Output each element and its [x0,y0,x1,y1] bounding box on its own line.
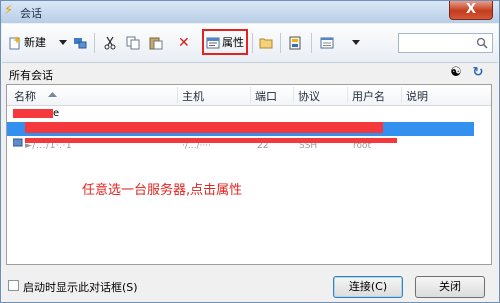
lightning-icon: ⚡ [4,3,14,18]
column-port[interactable]: 端口 [255,88,277,104]
column-divider [401,87,402,103]
column-username[interactable]: 用户名 [352,88,385,104]
redaction-bar [25,122,383,133]
toolbar: 新建 ✕ 属性 [2,24,498,63]
chevron-down-icon [352,40,360,45]
title-bar: ⚡ 会话 X [1,1,499,23]
column-divider [250,87,251,103]
search-icon [476,37,488,49]
column-protocol[interactable]: 协议 [298,88,320,104]
chevron-down-icon [59,40,67,45]
column-divider [347,87,348,103]
folder-icon [259,38,273,49]
column-description[interactable]: 说明 [406,88,428,104]
delete-button[interactable]: ✕ [178,34,190,52]
toolbar-separator [252,33,253,53]
column-divider [293,87,294,103]
toolbar-separator [311,33,312,53]
toolbar-separator [94,33,95,53]
session-list[interactable]: 名称 主机 端口 协议 用户名 说明 e ►/.../1·.·1 ·/.../·… [6,84,492,265]
properties-highlight-box [202,29,248,55]
new-button[interactable]: 新建 [8,34,46,52]
new-button-label: 新建 [24,36,46,49]
startup-checkbox[interactable] [8,280,19,291]
copy-button[interactable] [126,34,142,52]
column-name[interactable]: 名称 [14,88,36,104]
connect-tool-button[interactable] [73,34,89,52]
layout-icon [289,36,301,50]
new-session-icon [9,36,21,50]
view-icon [320,37,334,49]
layout-button[interactable] [288,34,304,52]
paste-button[interactable] [149,34,165,52]
sort-asc-icon [48,92,57,97]
redaction-bar [25,138,397,143]
connect-button[interactable]: 连接(C) [333,276,403,298]
window-title: 会话 [20,7,42,20]
paste-icon [149,37,163,50]
copy-icon [126,36,140,50]
view-dropdown-button[interactable] [352,34,360,52]
column-divider [177,87,178,103]
sync-icon[interactable]: ↻ [470,65,486,81]
new-folder-button[interactable] [259,34,275,52]
new-dropdown-button[interactable] [59,34,67,52]
session-group-label: 所有会话 [9,69,53,82]
search-input[interactable] [398,33,493,53]
delete-x-icon: ✕ [178,35,190,51]
cut-button[interactable] [103,34,119,52]
refresh-icon[interactable]: ☯ [448,65,464,81]
redaction-bar [13,109,53,118]
instruction-annotation: 任意选一台服务器,点击属性 [82,183,243,198]
startup-checkbox-label: 启动时显示此对话框(S) [23,281,138,294]
session-icon [13,138,23,147]
close-window-button[interactable]: X [449,1,493,20]
list-header: 名称 主机 端口 协议 用户名 说明 [7,85,491,106]
computer-icon [74,38,87,49]
view-button[interactable] [320,34,336,52]
column-host[interactable]: 主机 [182,88,204,104]
close-button[interactable]: 关闭 [415,276,485,298]
sessions-dialog: ⚡ 会话 X 新建 ✕ 属性 所有会话 ☯ ↻ 名称 主机 端口 协议 用户名 … [0,0,500,303]
session-group-header: 所有会话 ☯ ↻ [6,64,492,82]
row-name-fragment: e [53,108,60,119]
scissors-icon [104,36,116,50]
toolbar-separator [280,33,281,53]
